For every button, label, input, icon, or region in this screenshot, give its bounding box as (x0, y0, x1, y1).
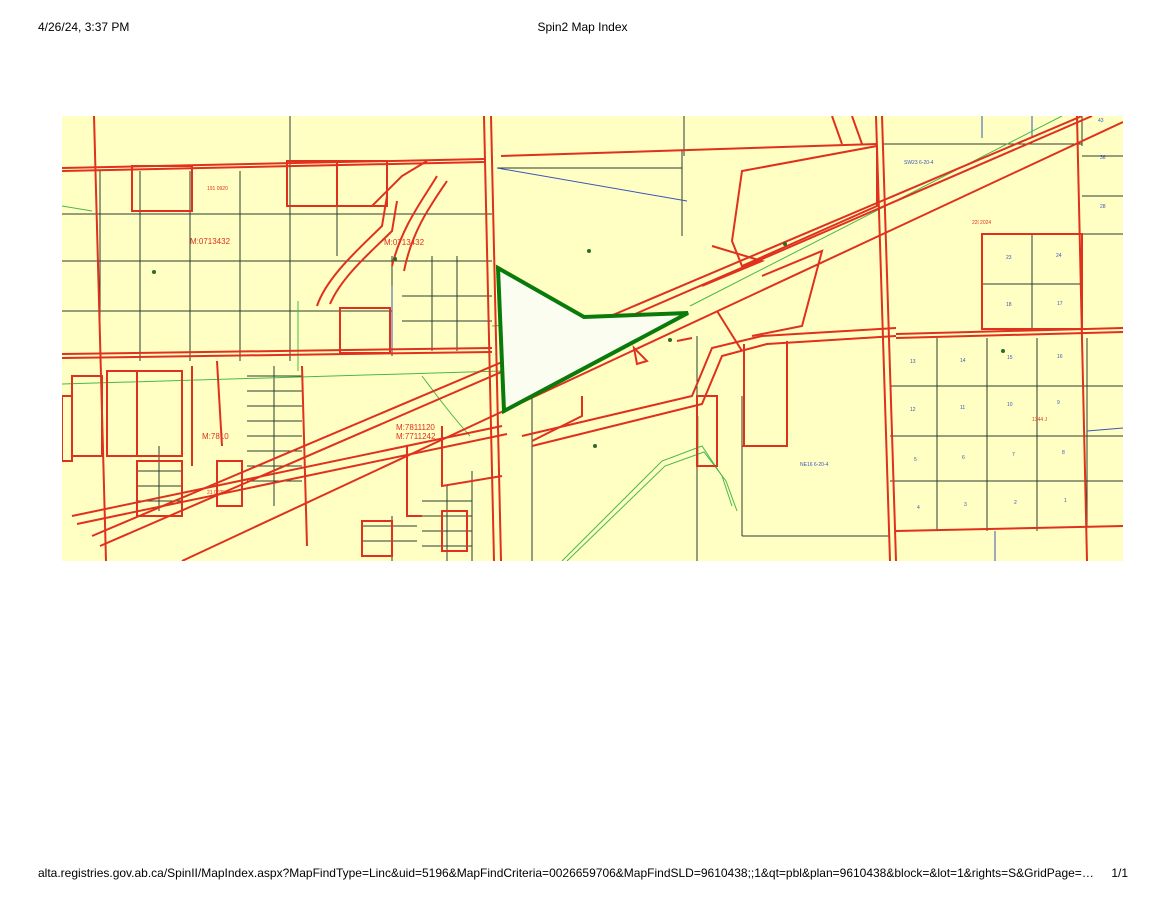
map-label: 5 (914, 457, 917, 463)
page-url: alta.registries.gov.ab.ca/SpinII/MapInde… (38, 866, 1098, 880)
map-label: 43 (1098, 118, 1104, 124)
map-label: 28 (1100, 204, 1106, 210)
map-label: 1344 J (1032, 417, 1048, 423)
map-label: 14 (960, 358, 966, 364)
map-label: 1 (1064, 498, 1067, 504)
page-title: Spin2 Map Index (537, 20, 628, 34)
map-label: 2 (1014, 500, 1017, 506)
map-label: 12 (910, 407, 916, 413)
map-label: M:0713432 (384, 238, 425, 247)
map-label: 22l 2024 (972, 220, 991, 226)
map-label: 36 (1100, 155, 1106, 161)
map-label: 3 (964, 502, 967, 508)
map-label: 16 (1057, 354, 1063, 360)
map-label: 4 (917, 505, 920, 511)
map-label: 23 (1006, 255, 1012, 261)
map-label: 191 0920 (207, 186, 228, 192)
map-label: 6 (962, 455, 965, 461)
parcel-map[interactable]: M:0713432 M:0713432 M:7811120 M:7711242 … (62, 116, 1123, 561)
map-label: 21 0025 (207, 490, 225, 496)
map-label: 13 (910, 359, 916, 365)
map-label: 17 (1057, 301, 1063, 307)
map-label: 11 (960, 405, 965, 411)
map-label: M:7810 (202, 432, 229, 441)
map-label: M:0713432 (190, 237, 231, 246)
map-label: 18 (1006, 302, 1012, 308)
map-label: 10 (1007, 402, 1013, 408)
map-label: M:7711242 (396, 432, 436, 441)
map-label: NE16 6-20-4 (800, 462, 829, 468)
map-label: 15 (1007, 355, 1013, 361)
map-label: 24 (1056, 253, 1062, 259)
map-label: 9 (1057, 400, 1060, 406)
map-label: 8 (1062, 450, 1065, 456)
map-label: SW23 6-20-4 (904, 160, 934, 166)
map-label: M:7811120 (396, 423, 435, 432)
page-number: 1/1 (1111, 866, 1128, 880)
map-label: 7 (1012, 452, 1015, 458)
